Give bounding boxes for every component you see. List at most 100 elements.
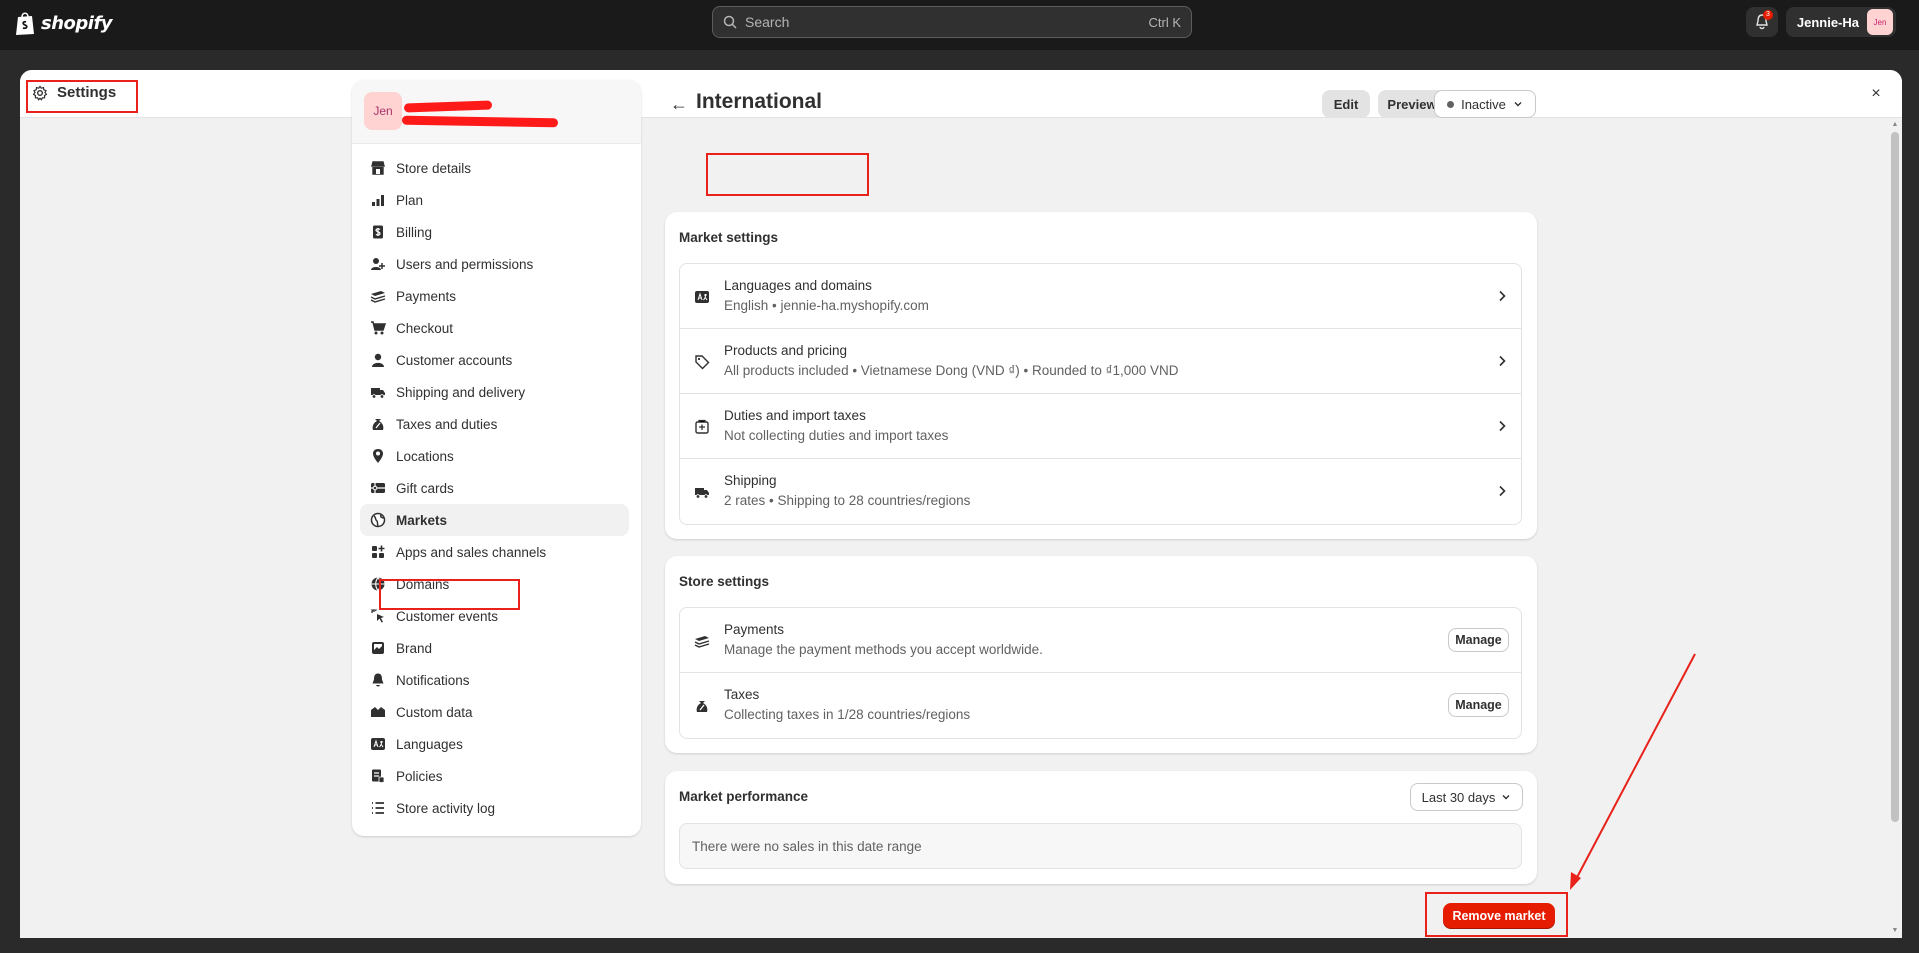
location-icon [370,448,386,464]
data-icon [370,704,386,720]
manage-button[interactable]: Manage [1448,693,1509,717]
search-icon [723,15,737,29]
scroll-up-arrow[interactable]: ▲ [1891,121,1899,129]
sidebar-item-custom-data[interactable]: Custom data [360,696,629,728]
notification-count-badge: 3 [1763,10,1773,20]
sidebar-item-checkout[interactable]: Checkout [360,312,629,344]
user-menu-button[interactable]: Jennie-Ha Jen [1786,7,1896,37]
shopify-logo[interactable]: shopify [14,10,113,36]
plan-icon [370,192,386,208]
row-detail: 2 rates • Shipping to 28 countries/regio… [724,493,971,508]
sidebar-item-customer-events[interactable]: Customer events [360,600,629,632]
sidebar-item-store-activity-log[interactable]: Store activity log [360,792,629,824]
settings-row-shipping[interactable]: Shipping 2 rates • Shipping to 28 countri… [680,459,1521,524]
sidebar-item-billing[interactable]: Billing [360,216,629,248]
row-detail: English • jennie-ha.myshopify.com [724,298,929,313]
annotation-arrow [1570,653,1696,890]
row-title: Duties and import taxes [724,408,866,423]
store-settings-title: Store settings [679,574,770,589]
sidebar-item-label: Payments [396,288,457,304]
sidebar-item-label: Shipping and delivery [396,384,526,400]
scroll-thumb[interactable] [1891,132,1899,822]
sidebar-item-label: Locations [396,448,454,464]
sidebar-item-label: Billing [396,224,433,240]
modal-scrollbar[interactable]: ▲ ▼ [1888,118,1902,938]
sidebar-item-label: Markets [396,512,448,528]
redaction-mark [403,100,493,113]
tax-icon [696,701,708,712]
person-icon [370,352,386,368]
settings-row-languages-and-domains[interactable]: Languages and domains English • jennie-ha… [680,264,1521,329]
row-title: Languages and domains [724,278,872,293]
row-title: Payments [724,622,785,637]
list-icon [370,800,386,816]
truck-icon [695,488,709,499]
close-button[interactable]: × [1866,84,1886,104]
sidebar-item-store-details[interactable]: Store details [360,152,629,184]
date-range-dropdown[interactable]: Last 30 days [1410,783,1523,811]
status-dropdown[interactable]: Inactive [1434,90,1536,118]
sidebar-item-domains[interactable]: Domains [360,568,629,600]
settings-row-taxes: Taxes Collecting taxes in 1/28 countries/… [680,673,1521,738]
store-avatar: Jen [364,92,402,130]
policy-icon [370,768,386,784]
page-title: International [696,90,823,113]
edit-button[interactable]: Edit [1322,90,1370,118]
store-header[interactable]: Jen [352,80,641,144]
sidebar-item-plan[interactable]: Plan [360,184,629,216]
sidebar-item-label: Store details [396,160,472,176]
market-settings-card: Market settings Languages and domains Eng… [665,212,1537,539]
sidebar-item-shipping-and-delivery[interactable]: Shipping and delivery [360,376,629,408]
cursor-icon [370,608,386,624]
chevron-right-icon [1499,485,1506,497]
settings-row-payments: Payments Manage the payment methods you a… [680,608,1521,673]
cart-icon [370,320,386,336]
sidebar-item-brand[interactable]: Brand [360,632,629,664]
sidebar-item-label: Taxes and duties [396,416,498,432]
sidebar-item-markets[interactable]: Markets [360,504,629,536]
modal-header: Settings × [20,70,1902,118]
truck-icon [370,384,386,400]
market-settings-title: Market settings [679,230,779,245]
sidebar-item-users-and-permissions[interactable]: Users and permissions [360,248,629,280]
sidebar-item-policies[interactable]: Policies [360,760,629,792]
sidebar-item-gift-cards[interactable]: Gift cards [360,472,629,504]
remove-market-button[interactable]: Remove market [1443,903,1555,929]
user-name: Jennie-Ha [1796,14,1859,30]
sidebar-item-apps-and-sales-channels[interactable]: Apps and sales channels [360,536,629,568]
market-performance-card: Market performance Last 30 days There we… [665,771,1537,884]
scroll-down-arrow[interactable]: ▼ [1891,927,1899,935]
notifications-button[interactable]: 3 [1746,7,1778,37]
sidebar-item-label: Brand [396,640,433,656]
sidebar-item-label: Store activity log [396,800,496,816]
top-bar: shopify Search Ctrl K 3 Jennie-Ha Jen [0,0,1919,50]
row-title: Taxes [724,687,760,702]
sidebar-item-label: Plan [396,192,424,208]
sidebar-item-languages[interactable]: Languages [360,728,629,760]
sidebar-item-label: Customer accounts [396,352,513,368]
chevron-down-icon [1502,795,1510,800]
sidebar-item-label: Domains [396,576,450,592]
user-avatar: Jen [1867,9,1893,35]
sidebar-item-taxes-and-duties[interactable]: Taxes and duties [360,408,629,440]
search-input[interactable]: Search Ctrl K [712,6,1192,38]
sidebar-item-label: Custom data [396,704,473,720]
sidebar-item-label: Checkout [396,320,454,336]
sidebar-item-locations[interactable]: Locations [360,440,629,472]
sidebar-item-notifications[interactable]: Notifications [360,664,629,696]
manage-button[interactable]: Manage [1448,628,1509,652]
row-detail: All products included • Vietnamese Dong … [724,363,1179,378]
tag-icon [695,355,710,370]
duties-icon [695,419,709,434]
market-performance-title: Market performance [679,789,809,804]
row-title: Products and pricing [724,343,848,358]
search-shortcut: Ctrl K [1148,14,1182,30]
settings-row-products-and-pricing[interactable]: Products and pricing All products include… [680,329,1521,394]
sidebar-item-payments[interactable]: Payments [360,280,629,312]
modal-title-text: Settings [57,84,117,101]
chevron-right-icon [1499,420,1506,432]
back-arrow-icon[interactable]: ← [670,94,690,114]
sidebar-item-customer-accounts[interactable]: Customer accounts [360,344,629,376]
settings-row-duties-and-import-taxes[interactable]: Duties and import taxes Not collecting du… [680,394,1521,459]
bell-icon [370,672,386,688]
